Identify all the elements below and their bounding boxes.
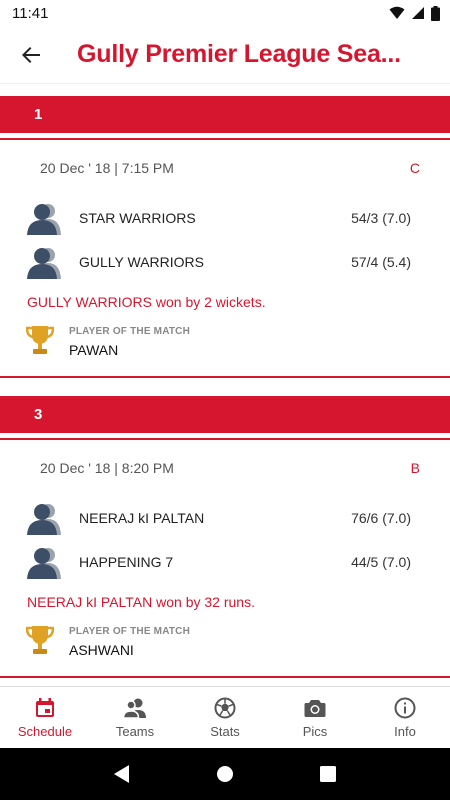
team-avatar-icon <box>26 244 62 280</box>
circle-home-icon <box>216 766 233 782</box>
match-result: NEERAJ kI PALTAN won by 32 runs. <box>27 594 255 610</box>
info-icon <box>394 697 416 719</box>
team-row: HAPPENING 7 44/5 (7.0) <box>0 540 450 584</box>
match-number-header: 1 <box>0 96 450 133</box>
app-bar: Gully Premier League Sea... <box>0 26 450 84</box>
match-number: 1 <box>34 106 43 123</box>
match-date: 20 Dec ' 18 | 7:15 PM <box>40 160 174 176</box>
trophy-icon <box>26 626 54 654</box>
team-row: STAR WARRIORS 54/3 (7.0) <box>0 196 450 240</box>
potm-label: PLAYER OF THE MATCH <box>69 326 191 337</box>
match-number: 3 <box>34 406 43 423</box>
tab-teams[interactable]: Teams <box>90 687 180 748</box>
match-group: C <box>409 160 420 176</box>
potm-label: PLAYER OF THE MATCH <box>69 626 191 637</box>
schedule-list[interactable]: 1 20 Dec ' 18 | 7:15 PM C STAR WARRIORS … <box>0 84 450 686</box>
match-result: GULLY WARRIORS won by 2 wickets. <box>27 294 266 310</box>
team-row: GULLY WARRIORS 57/4 (5.4) <box>0 240 450 284</box>
tab-label: Info <box>394 724 416 739</box>
tab-schedule[interactable]: Schedule <box>0 687 90 748</box>
bottom-navigation: Schedule Teams Stats Pics Info <box>0 686 450 748</box>
wifi-icon <box>389 6 405 19</box>
team-row: NEERAJ kI PALTAN 76/6 (7.0) <box>0 496 450 540</box>
player-of-the-match: PLAYER OF THE MATCH PAWAN <box>0 318 450 376</box>
team-score: 57/4 (5.4) <box>351 254 411 270</box>
team-avatar-icon <box>26 500 62 536</box>
triangle-back-icon <box>113 765 129 783</box>
page-title: Gully Premier League Sea... <box>77 40 401 68</box>
player-of-the-match: PLAYER OF THE MATCH ASHWANI <box>0 618 450 676</box>
match-date: 20 Dec ' 18 | 8:20 PM <box>40 460 174 476</box>
tab-stats[interactable]: Stats <box>180 687 270 748</box>
signal-icon <box>412 7 424 19</box>
match-group: B <box>410 460 420 476</box>
team-score: 76/6 (7.0) <box>351 510 411 526</box>
tab-label: Teams <box>115 724 155 739</box>
tab-label: Schedule <box>17 724 73 739</box>
football-icon <box>214 697 236 719</box>
tab-label: Stats <box>210 724 240 739</box>
people-icon <box>123 698 146 719</box>
arrow-back-icon <box>22 46 40 63</box>
potm-name: ASHWANI <box>69 642 134 658</box>
system-navigation-bar <box>0 748 450 800</box>
calendar-icon <box>36 698 54 717</box>
match-number-header: 3 <box>0 396 450 433</box>
match-card[interactable]: 20 Dec ' 18 | 7:15 PM C STAR WARRIORS 54… <box>0 138 450 378</box>
team-avatar-icon <box>26 544 62 580</box>
team-name: GULLY WARRIORS <box>79 254 204 270</box>
status-time: 11:41 <box>12 4 49 22</box>
team-name: STAR WARRIORS <box>79 210 196 226</box>
team-name: HAPPENING 7 <box>79 554 174 570</box>
system-back-button[interactable] <box>102 754 142 794</box>
team-name: NEERAJ kI PALTAN <box>79 510 205 526</box>
tab-label: Pics <box>302 724 328 739</box>
camera-icon <box>304 700 326 717</box>
square-recents-icon <box>320 766 337 782</box>
trophy-icon <box>26 326 54 354</box>
system-home-button[interactable] <box>205 754 245 794</box>
tab-info[interactable]: Info <box>360 687 450 748</box>
status-icons <box>389 5 440 21</box>
match-card[interactable]: 20 Dec ' 18 | 8:20 PM B NEERAJ kI PALTAN… <box>0 438 450 678</box>
status-bar: 11:41 <box>0 0 450 26</box>
potm-name: PAWAN <box>69 342 119 358</box>
system-recents-button[interactable] <box>308 754 348 794</box>
back-button[interactable] <box>7 31 55 79</box>
battery-icon <box>431 5 440 21</box>
tab-pics[interactable]: Pics <box>270 687 360 748</box>
team-score: 44/5 (7.0) <box>351 554 411 570</box>
team-avatar-icon <box>26 200 62 236</box>
team-score: 54/3 (7.0) <box>351 210 411 226</box>
